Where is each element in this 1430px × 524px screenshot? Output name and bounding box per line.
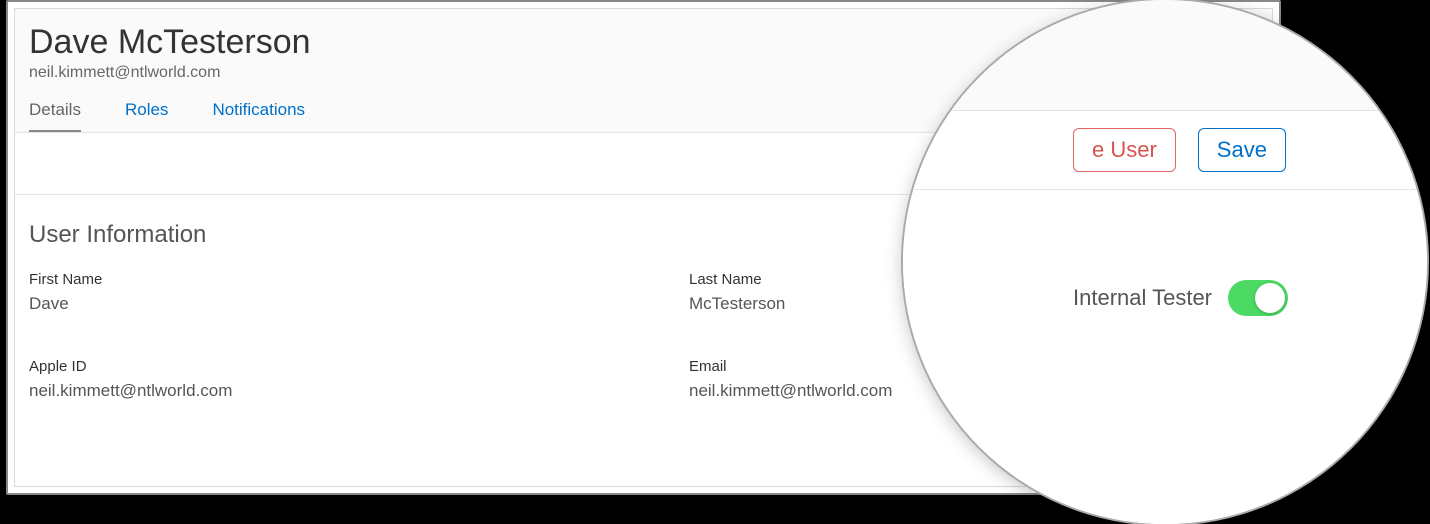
email-value: neil.kimmett@ntlworld.com <box>689 381 1258 401</box>
first-name-label: First Name <box>29 271 689 288</box>
toggle-knob <box>1224 219 1248 243</box>
apple-id-label: Apple ID <box>29 358 689 375</box>
last-name-label: Last Name <box>689 271 1258 288</box>
page-title: Dave McTesterson <box>29 23 1258 62</box>
email-label: Email <box>689 358 1258 375</box>
internal-tester-toggle[interactable] <box>1202 217 1250 245</box>
field-apple-id: Apple ID neil.kimmett@ntlworld.com <box>29 358 689 401</box>
delete-user-button[interactable]: Delete User <box>1059 148 1173 180</box>
internal-tester-row: Internal Tester <box>1089 217 1250 245</box>
section-title: User Information <box>29 221 1258 249</box>
field-email: Email neil.kimmett@ntlworld.com <box>689 358 1258 401</box>
save-button[interactable]: Save <box>1188 148 1254 180</box>
tab-notifications[interactable]: Notifications <box>212 100 305 132</box>
page-header: Dave McTesterson neil.kimmett@ntlworld.c… <box>15 9 1272 133</box>
user-info-section: Internal Tester User Information First N… <box>15 195 1272 427</box>
field-last-name: Last Name McTesterson <box>689 271 1258 314</box>
tab-details[interactable]: Details <box>29 100 81 132</box>
action-bar: Delete User Save <box>15 133 1272 195</box>
user-detail-panel: Dave McTesterson neil.kimmett@ntlworld.c… <box>6 0 1281 495</box>
last-name-value: McTesterson <box>689 294 1258 314</box>
page-subtitle: neil.kimmett@ntlworld.com <box>29 64 1258 82</box>
internal-tester-label: Internal Tester <box>1089 222 1190 240</box>
tab-bar: Details Roles Notifications <box>29 100 1258 132</box>
apple-id-value: neil.kimmett@ntlworld.com <box>29 381 689 401</box>
field-first-name: First Name Dave <box>29 271 689 314</box>
first-name-value: Dave <box>29 294 689 314</box>
tab-roles[interactable]: Roles <box>125 100 168 132</box>
